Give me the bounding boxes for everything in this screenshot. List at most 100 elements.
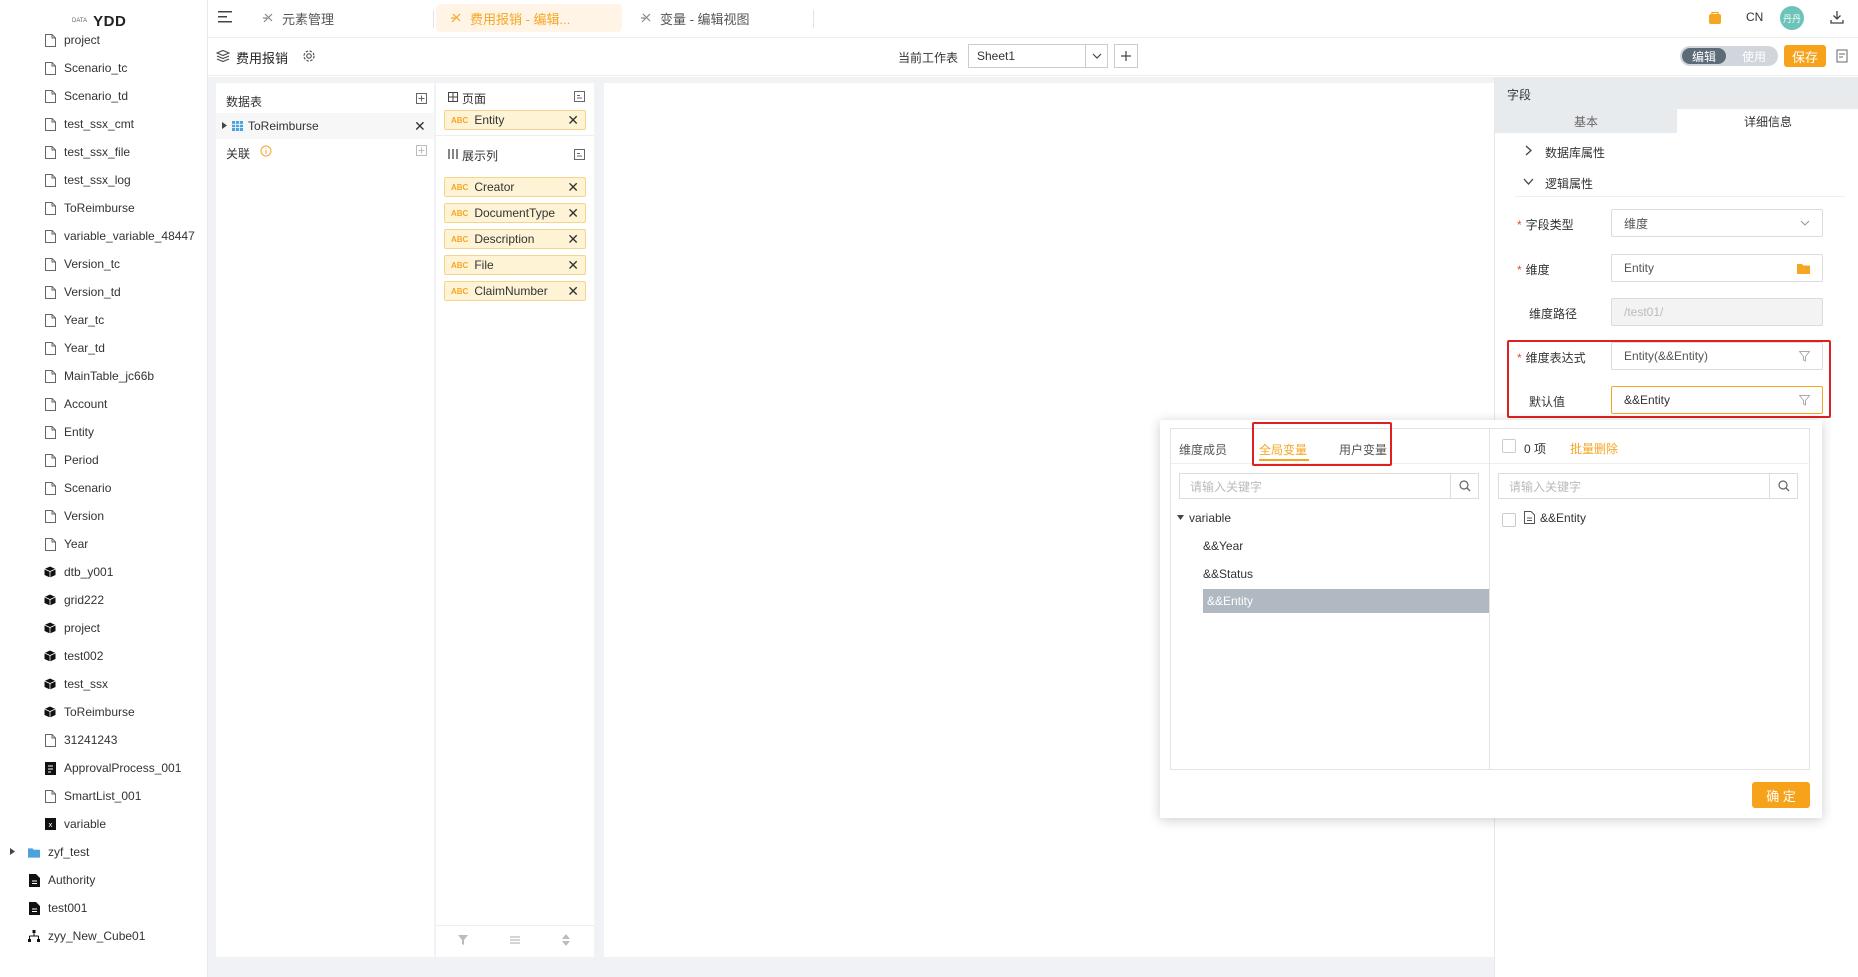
remove-icon[interactable]: ✕ — [567, 231, 579, 248]
tree-item[interactable]: x variable — [44, 813, 106, 835]
field-chip[interactable]: ABC ClaimNumber ✕ — [444, 281, 586, 301]
tree-item[interactable]: Period — [44, 449, 99, 471]
tree-item[interactable]: Version_tc — [44, 253, 120, 275]
select-all-checkbox[interactable] — [1502, 439, 1516, 453]
chevron-right-icon[interactable] — [1525, 145, 1532, 156]
tree-item[interactable]: test001 — [28, 897, 87, 919]
folder-icon[interactable] — [1797, 263, 1810, 274]
variable-item-status[interactable]: &&Status — [1203, 567, 1253, 581]
tree-item[interactable]: zyf_test — [28, 841, 89, 863]
confirm-button[interactable]: 确 定 — [1752, 782, 1810, 808]
notification-icon[interactable] — [1708, 11, 1722, 25]
tree-item[interactable]: dtb_y001 — [44, 561, 113, 583]
field-type-select[interactable]: 维度 — [1611, 209, 1823, 237]
dimension-expression-input[interactable]: Entity(&&Entity) — [1611, 342, 1823, 370]
remove-icon[interactable]: ✕ — [567, 179, 579, 196]
page-settings-icon[interactable] — [574, 91, 585, 102]
remove-icon[interactable]: ✕ — [567, 205, 579, 222]
mode-use-option[interactable]: 使用 — [1734, 48, 1774, 64]
add-relation-icon[interactable] — [416, 145, 427, 156]
tree-root-variable[interactable]: variable — [1189, 511, 1231, 525]
variable-item-entity-selected[interactable]: &&Entity — [1203, 589, 1489, 613]
add-table-icon[interactable] — [416, 93, 427, 104]
avatar[interactable]: 丹丹 — [1780, 6, 1804, 30]
tree-item[interactable]: ToReimburse — [44, 197, 135, 219]
caret-right-icon[interactable] — [10, 848, 18, 856]
remove-icon[interactable]: ✕ — [567, 112, 579, 129]
tree-item[interactable]: project — [44, 29, 100, 51]
tree-item[interactable]: test_ssx_log — [44, 169, 131, 191]
tree-item[interactable]: test002 — [44, 645, 103, 667]
tab-detail[interactable]: 详细信息 — [1677, 109, 1858, 133]
filter-icon[interactable] — [1799, 350, 1810, 362]
tree-item[interactable]: Authority — [28, 869, 95, 891]
datatable-item-row[interactable]: ToReimburse ✕ — [216, 113, 434, 139]
language-switch[interactable]: CN — [1746, 10, 1763, 24]
tab-dimension-members[interactable]: 维度成员 — [1179, 441, 1227, 458]
tree-item[interactable]: ToReimburse — [44, 701, 135, 723]
tab-global-variables[interactable]: 全局变量 — [1259, 441, 1307, 458]
tab-basic[interactable]: 基本 — [1495, 109, 1677, 133]
selected-search-input[interactable]: 请输入关键字 — [1498, 473, 1798, 499]
tab-expense-edit[interactable]: 费用报销 - 编辑... — [436, 4, 622, 32]
tree-item[interactable]: grid222 — [44, 589, 104, 611]
sheet-select[interactable]: Sheet1 — [968, 44, 1108, 68]
tree-item[interactable]: Account — [44, 393, 107, 415]
tab-variable-edit-view[interactable]: 变量 - 编辑视图 — [626, 4, 764, 32]
tree-item[interactable]: Entity — [44, 421, 94, 443]
tree-item[interactable]: variable_variable_48447 — [44, 225, 195, 247]
download-icon[interactable] — [1830, 10, 1844, 24]
variable-item-year[interactable]: &&Year — [1203, 539, 1243, 553]
tree-item[interactable]: Year_tc — [44, 309, 104, 331]
search-icon[interactable] — [1450, 474, 1478, 498]
remove-icon[interactable]: ✕ — [567, 283, 579, 300]
selected-item-checkbox[interactable] — [1502, 513, 1516, 527]
field-chip[interactable]: ABC DocumentType ✕ — [444, 203, 586, 223]
default-value-input[interactable]: &&Entity — [1611, 386, 1823, 414]
mode-switch[interactable]: 编辑 使用 — [1680, 46, 1778, 66]
filter-icon[interactable] — [458, 935, 468, 945]
field-chip[interactable]: ABC Creator ✕ — [444, 177, 586, 197]
tree-item[interactable]: Version_td — [44, 281, 121, 303]
tree-item[interactable]: Year_td — [44, 337, 105, 359]
field-chip[interactable]: ABC File ✕ — [444, 255, 586, 275]
chevron-down-icon[interactable] — [1523, 178, 1534, 185]
list-settings-icon[interactable] — [510, 935, 520, 945]
search-icon[interactable] — [1769, 474, 1797, 498]
display-settings-icon[interactable] — [574, 149, 585, 160]
tree-item[interactable]: Version — [44, 505, 104, 527]
add-sheet-button[interactable] — [1114, 44, 1138, 68]
remove-icon[interactable]: ✕ — [567, 257, 579, 274]
tree-item[interactable]: project — [44, 617, 100, 639]
preview-icon[interactable] — [1836, 49, 1848, 63]
remove-table-icon[interactable]: ✕ — [414, 118, 426, 135]
menu-toggle-icon[interactable] — [218, 10, 232, 24]
tree-item[interactable]: 31241243 — [44, 729, 117, 751]
dimension-input[interactable]: Entity — [1611, 254, 1823, 282]
tree-item[interactable]: Scenario_tc — [44, 57, 127, 79]
tab-element-management[interactable]: 元素管理 — [248, 4, 348, 32]
caret-down-icon[interactable] — [1177, 515, 1184, 520]
tree-item[interactable]: Scenario — [44, 477, 111, 499]
mode-edit-option[interactable]: 编辑 — [1682, 48, 1726, 64]
tree-item[interactable]: SmartList_001 — [44, 785, 141, 807]
section-db-properties[interactable]: 数据库属性 — [1545, 144, 1605, 161]
tree-item[interactable]: Scenario_td — [44, 85, 128, 107]
tree-item[interactable]: zyy_New_Cube01 — [28, 925, 145, 947]
field-chip[interactable]: ABC Description ✕ — [444, 229, 586, 249]
filter-icon[interactable] — [1799, 394, 1810, 406]
settings-gear-icon[interactable] — [302, 49, 316, 63]
field-chip[interactable]: ABC Entity ✕ — [444, 110, 586, 130]
tree-item[interactable]: Year — [44, 533, 88, 555]
save-button[interactable]: 保存 — [1784, 45, 1826, 67]
section-logic-properties[interactable]: 逻辑属性 — [1545, 175, 1593, 192]
tree-item[interactable]: test_ssx_cmt — [44, 113, 134, 135]
tree-item[interactable]: MainTable_jc66b — [44, 365, 154, 387]
tab-user-variables[interactable]: 用户变量 — [1339, 441, 1387, 458]
batch-delete-button[interactable]: 批量删除 — [1570, 440, 1618, 457]
tree-item[interactable]: test_ssx_file — [44, 141, 130, 163]
tree-item[interactable]: ApprovalProcess_001 — [44, 757, 181, 779]
sort-icon[interactable] — [562, 934, 570, 946]
tree-item[interactable]: test_ssx — [44, 673, 108, 695]
caret-right-icon[interactable] — [222, 122, 227, 129]
